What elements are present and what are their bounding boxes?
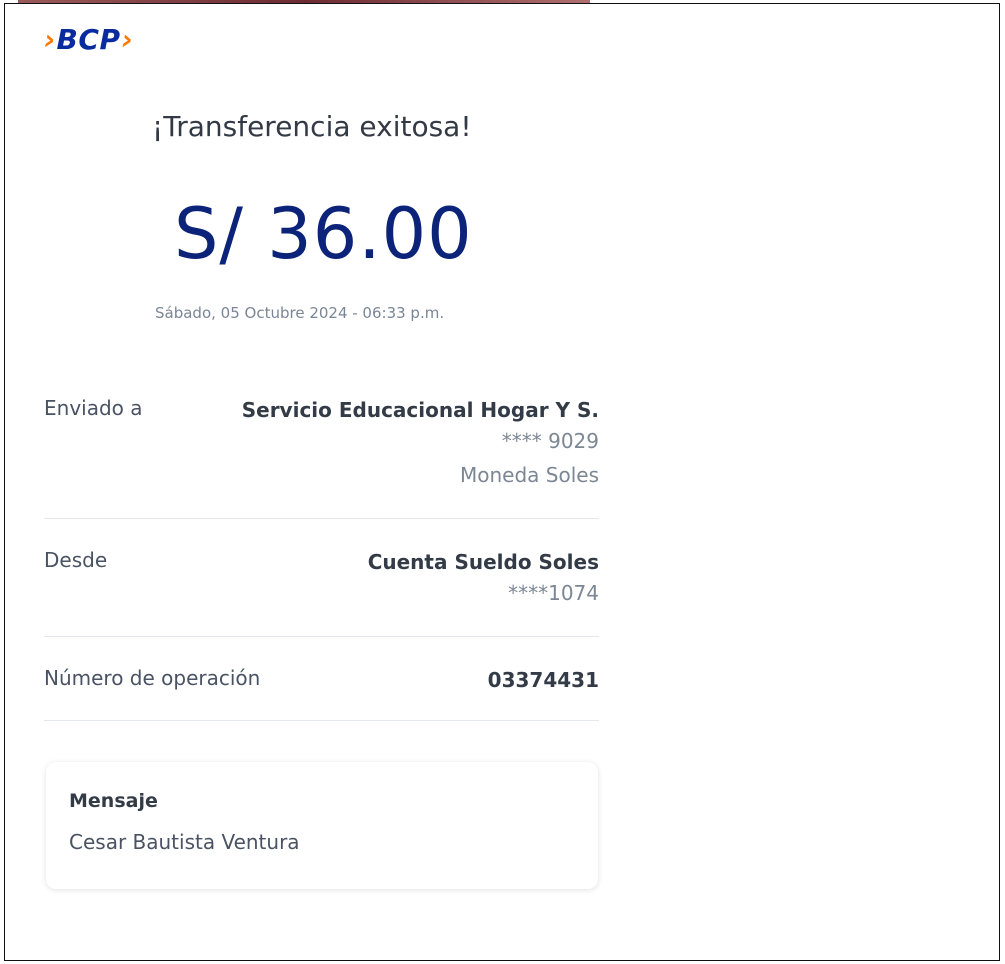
divider xyxy=(44,720,599,721)
source-account-name: Cuenta Sueldo Soles xyxy=(367,550,599,574)
recipient-name: Servicio Educacional Hogar Y S. xyxy=(241,398,599,422)
from-values: Cuenta Sueldo Soles ****1074 xyxy=(368,548,599,610)
detail-row-sent-to: Enviado a Servicio Educacional Hogar Y S… xyxy=(44,396,599,496)
detail-row-operation: Número de operación 03374431 xyxy=(44,666,599,700)
sent-to-values: Servicio Educacional Hogar Y S. **** 902… xyxy=(242,396,599,492)
divider xyxy=(44,636,599,637)
from-label: Desde xyxy=(44,548,108,572)
recipient-currency: Moneda Soles xyxy=(460,463,599,487)
operation-values: 03374431 xyxy=(488,666,599,694)
logo-text: BCP xyxy=(56,23,121,56)
message-card: Mensaje Cesar Bautista Ventura xyxy=(46,762,598,889)
message-title: Mensaje xyxy=(69,790,158,812)
receipt-page: › BCP › ¡Transferencia exitosa! S/ 36.00… xyxy=(0,0,1005,964)
success-title: ¡Transferencia exitosa! xyxy=(152,110,472,143)
logo-chevron-left-icon: › xyxy=(44,23,56,56)
bcp-logo: › BCP › xyxy=(44,20,133,60)
transfer-datetime: Sábado, 05 Octubre 2024 - 06:33 p.m. xyxy=(155,304,445,322)
sent-to-label: Enviado a xyxy=(44,396,143,420)
detail-row-from: Desde Cuenta Sueldo Soles ****1074 xyxy=(44,548,599,618)
recipient-account: **** 9029 xyxy=(501,429,599,453)
operation-label: Número de operación xyxy=(44,666,261,690)
divider xyxy=(44,518,599,519)
source-account-number: ****1074 xyxy=(508,581,599,605)
logo-chevron-right-icon: › xyxy=(121,23,134,56)
transfer-amount: S/ 36.00 xyxy=(174,193,473,275)
operation-number: 03374431 xyxy=(487,668,599,692)
message-text: Cesar Bautista Ventura xyxy=(69,830,300,854)
